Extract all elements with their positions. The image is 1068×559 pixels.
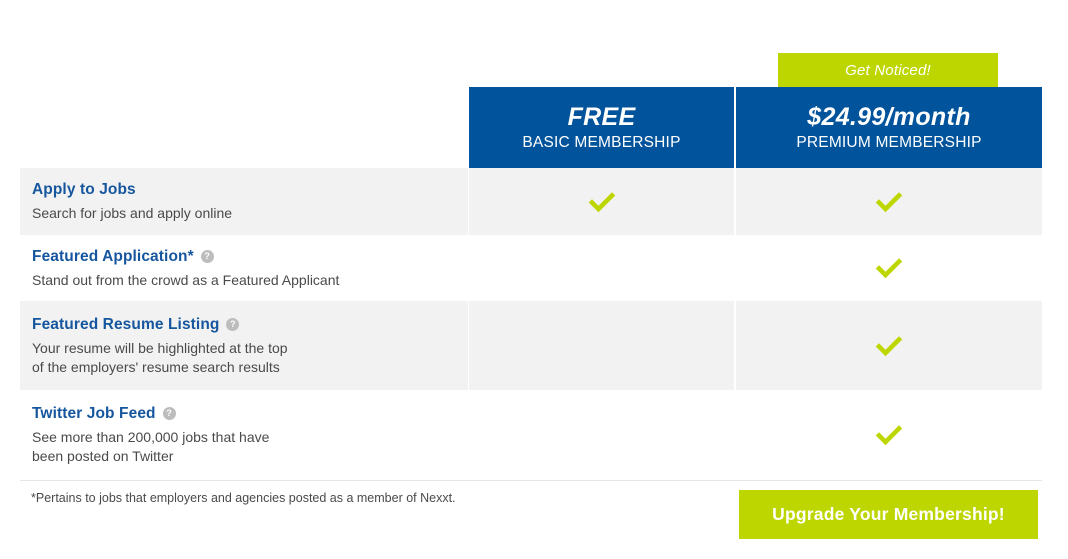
help-icon[interactable]: ? bbox=[200, 250, 214, 263]
table-row: Featured Resume Listing ? Your resume wi… bbox=[0, 301, 1068, 390]
feature-title-text: Twitter Job Feed bbox=[32, 404, 156, 422]
feature-text: Twitter Job Feed ? See more than 200,000… bbox=[32, 390, 452, 479]
cell-premium bbox=[736, 390, 1042, 479]
plan-price-free: FREE bbox=[567, 102, 636, 131]
check-icon bbox=[875, 335, 903, 356]
cell-free bbox=[469, 235, 734, 301]
check-icon bbox=[875, 191, 903, 212]
promo-ribbon: Get Noticed! bbox=[778, 53, 998, 87]
footer-divider bbox=[20, 480, 1042, 481]
feature-title: Featured Application* ? bbox=[32, 247, 452, 267]
promo-ribbon-label: Get Noticed! bbox=[845, 61, 931, 79]
footnote: *Pertains to jobs that employers and age… bbox=[31, 491, 456, 505]
membership-pricing-table: Get Noticed! FREE BASIC MEMBERSHIP $24.9… bbox=[0, 0, 1068, 559]
feature-description: Stand out from the crowd as a Featured A… bbox=[32, 271, 340, 288]
table-row: Apply to Jobs Search for jobs and apply … bbox=[0, 168, 1068, 235]
feature-text: Featured Application* ? Stand out from t… bbox=[32, 235, 452, 301]
cell-premium bbox=[736, 168, 1042, 235]
feature-description: Your resume will be highlighted at the t… bbox=[32, 339, 288, 375]
check-icon bbox=[875, 258, 903, 279]
check-icon bbox=[875, 424, 903, 445]
upgrade-membership-button[interactable]: Upgrade Your Membership! bbox=[739, 490, 1038, 539]
feature-title-text: Featured Application* bbox=[32, 247, 194, 265]
plan-price-premium: $24.99/month bbox=[807, 102, 971, 131]
feature-text: Apply to Jobs Search for jobs and apply … bbox=[32, 168, 452, 235]
plan-header-free: FREE BASIC MEMBERSHIP bbox=[469, 87, 734, 168]
feature-title-text: Featured Resume Listing bbox=[32, 315, 220, 333]
help-icon[interactable]: ? bbox=[226, 318, 240, 331]
feature-description: Search for jobs and apply online bbox=[32, 205, 233, 221]
cell-premium bbox=[736, 235, 1042, 301]
cell-free bbox=[469, 390, 734, 479]
feature-title-text: Apply to Jobs bbox=[32, 181, 136, 198]
table-row: Twitter Job Feed ? See more than 200,000… bbox=[0, 390, 1068, 479]
plan-header-premium: $24.99/month PREMIUM MEMBERSHIP bbox=[736, 87, 1042, 168]
cell-free bbox=[469, 301, 734, 390]
help-icon[interactable]: ? bbox=[162, 407, 176, 420]
feature-description: See more than 200,000 jobs that have bee… bbox=[32, 428, 270, 464]
plan-name-premium: PREMIUM MEMBERSHIP bbox=[796, 133, 982, 151]
check-icon bbox=[588, 191, 615, 212]
feature-title: Twitter Job Feed ? bbox=[32, 404, 452, 424]
cell-free bbox=[469, 168, 734, 235]
cell-premium bbox=[736, 301, 1042, 390]
plan-name-free: BASIC MEMBERSHIP bbox=[522, 133, 681, 151]
feature-title: Apply to Jobs bbox=[32, 180, 452, 200]
feature-text: Featured Resume Listing ? Your resume wi… bbox=[32, 301, 452, 390]
table-row: Featured Application* ? Stand out from t… bbox=[0, 235, 1068, 301]
feature-title: Featured Resume Listing ? bbox=[32, 315, 452, 335]
